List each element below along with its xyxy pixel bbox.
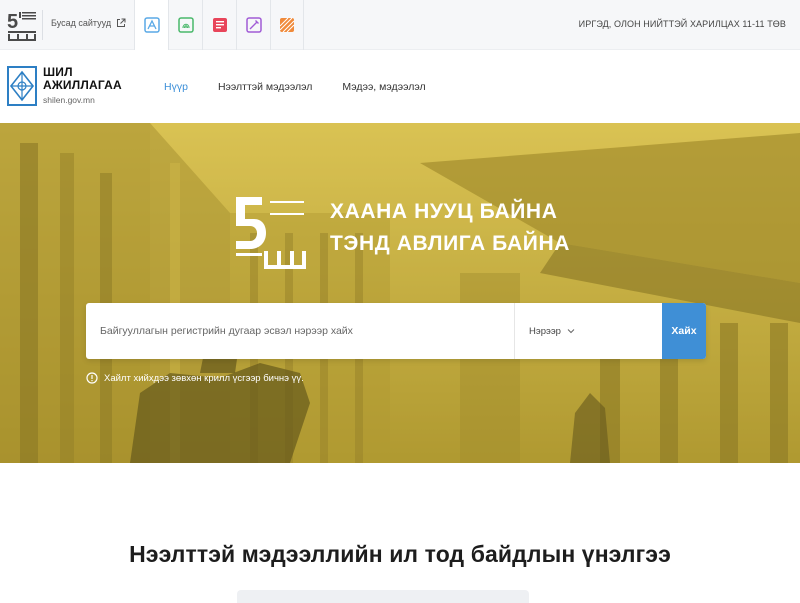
pen-icon (245, 17, 262, 33)
five-years-logo-icon[interactable]: 5 (6, 8, 38, 42)
brand-logo-link[interactable]: ШИЛ АЖИЛЛАГАА shilen.gov.mn (7, 66, 122, 106)
top-divider (42, 10, 43, 40)
hero-banner: ХААНА НУУЦ БАЙНА ТЭНД АВЛИГА БАЙНА Нэрээ… (0, 123, 800, 463)
hotline-text: ИРГЭД, ОЛОН НИЙТТЭЙ ХАРИЛЦАХ 11-11 ТӨВ (578, 19, 786, 29)
brand-url: shilen.gov.mn (43, 95, 95, 105)
transparency-section-title: Нээлттэй мэдээллийн ил тод байдлын үнэлг… (129, 541, 671, 567)
shil-ajillagaa-logo-icon (7, 66, 37, 106)
site-tile-red[interactable] (202, 0, 236, 50)
site-switcher (134, 0, 304, 50)
site-tile-shilen[interactable] (134, 0, 168, 50)
search-hint: Хайлт хийхдээ зөвхөн крилл үсгээр бичнэ … (86, 372, 304, 384)
search-type-select[interactable]: Нэрээр (514, 303, 662, 359)
main-nav: Нүүр Нээлттэй мэдээлэл Мэдээ, мэдээлэл (164, 81, 426, 93)
search-type-value: Нэрээр (529, 325, 561, 337)
search-hint-text: Хайлт хийхдээ зөвхөн крилл үсгээр бичнэ … (104, 372, 304, 384)
main-header: ШИЛ АЖИЛЛАГАА shilen.gov.mn Нүүр Нээлттэ… (0, 50, 800, 123)
document-icon (212, 18, 227, 32)
nav-item-news[interactable]: Мэдээ, мэдээлэл (342, 81, 425, 93)
top-utility-bar: 5 Бусад сайтууд ИРГЭД, ОЛОН НИЙТТЭЙ ХАРИ… (0, 0, 800, 50)
hero-background-image (0, 123, 800, 463)
external-link-icon (117, 18, 126, 27)
other-sites-label: Бусад сайтууд (51, 18, 112, 28)
other-sites-link[interactable]: Бусад сайтууд (51, 18, 126, 28)
search-input[interactable] (86, 303, 514, 359)
info-icon (86, 372, 98, 384)
site-tile-green[interactable] (168, 0, 202, 50)
search-button[interactable]: Хайх (662, 303, 706, 359)
nav-item-open-data[interactable]: Нээлттэй мэдээлэл (218, 81, 312, 93)
brand-text: ШИЛ АЖИЛЛАГАА shilen.gov.mn (43, 66, 122, 106)
chevron-down-icon (567, 329, 575, 334)
slogan-line-1: ХААНА НУУЦ БАЙНА (330, 200, 558, 223)
five-years-emblem-icon (236, 197, 306, 269)
svg-text:5: 5 (7, 11, 18, 33)
site-tile-purple[interactable] (236, 0, 270, 50)
fingerprint-icon (177, 17, 194, 33)
diagonal-grid-icon (279, 17, 295, 33)
hero-slogan: ХААНА НУУЦ БАЙНА ТЭНД АВЛИГА БАЙНА (330, 196, 570, 260)
site-tile-orange[interactable] (270, 0, 304, 50)
nav-item-home[interactable]: Нүүр (164, 81, 188, 93)
slogan-line-2: ТЭНД АВЛИГА БАЙНА (330, 232, 571, 255)
glass-frame-icon (143, 17, 160, 33)
brand-name-line2: АЖИЛЛАГАА (43, 78, 122, 92)
section-content-preview (237, 590, 529, 603)
search-box: Нэрээр Хайх (86, 303, 706, 359)
